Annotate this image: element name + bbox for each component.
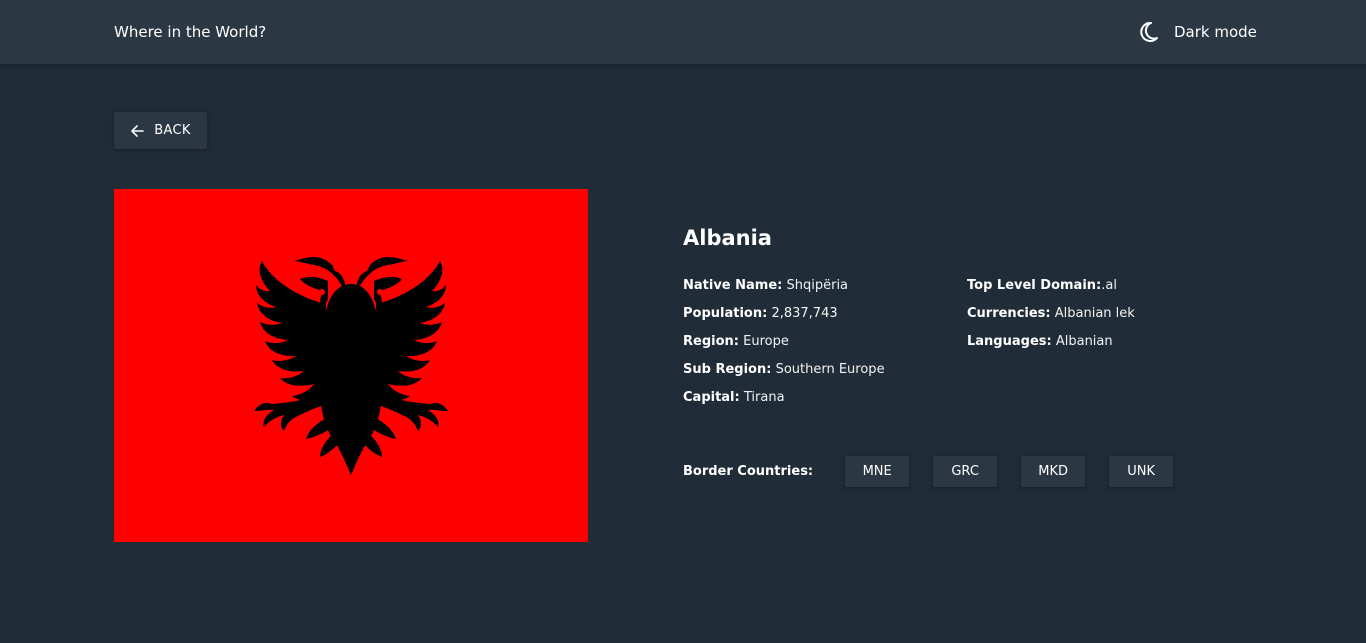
border-countries: Border Countries: MNE GRC MKD UNK <box>683 456 1197 487</box>
top-header: Where in the World? Dark mode <box>0 0 1366 64</box>
detail-languages: Languages: Albanian <box>967 333 1267 351</box>
country-flag <box>114 189 588 542</box>
detail-currencies: Currencies: Albanian lek <box>967 305 1267 323</box>
detail-value: Shqipëria <box>786 278 849 293</box>
detail-value: Europe <box>743 334 789 349</box>
detail-top-level-domain: Top Level Domain:.al <box>967 277 1267 295</box>
detail-sub-region: Sub Region: Southern Europe <box>683 361 953 379</box>
back-button-label: BACK <box>154 123 191 138</box>
detail-value: .al <box>1101 278 1117 293</box>
detail-value: Albanian <box>1055 334 1113 349</box>
detail-value: 2,837,743 <box>771 306 838 321</box>
detail-label: Population: <box>683 306 768 321</box>
detail-value: Tirana <box>743 390 785 405</box>
back-button[interactable]: BACK <box>114 112 207 149</box>
detail-value: Albanian lek <box>1054 306 1135 321</box>
detail-label: Currencies: <box>967 306 1051 321</box>
detail-label: Native Name: <box>683 278 783 293</box>
detail-population: Population: 2,837,743 <box>683 305 953 323</box>
detail-capital: Capital: Tirana <box>683 389 953 407</box>
detail-label: Sub Region: <box>683 362 772 377</box>
country-name: Albania <box>683 226 772 250</box>
detail-label: Languages: <box>967 334 1052 349</box>
app-title: Where in the World? <box>114 23 267 41</box>
border-country-button[interactable]: MKD <box>1021 456 1086 487</box>
detail-label: Capital: <box>683 390 740 405</box>
albania-flag-icon <box>114 189 588 542</box>
arrow-left-icon <box>130 124 145 138</box>
detail-region: Region: Europe <box>683 333 953 351</box>
border-country-button[interactable]: UNK <box>1109 456 1174 487</box>
dark-mode-toggle[interactable]: Dark mode <box>1140 20 1257 44</box>
detail-native-name: Native Name: Shqipëria <box>683 277 953 295</box>
border-country-button[interactable]: GRC <box>933 456 998 487</box>
moon-icon <box>1140 21 1158 42</box>
border-country-button[interactable]: MNE <box>845 456 910 487</box>
dark-mode-label: Dark mode <box>1174 23 1257 41</box>
detail-label: Top Level Domain: <box>967 278 1102 293</box>
country-details-right: Top Level Domain:.al Currencies: Albania… <box>967 277 1267 361</box>
border-countries-label: Border Countries: <box>683 464 814 479</box>
country-details-left: Native Name: Shqipëria Population: 2,837… <box>683 277 953 417</box>
detail-value: Southern Europe <box>775 362 885 377</box>
detail-label: Region: <box>683 334 739 349</box>
